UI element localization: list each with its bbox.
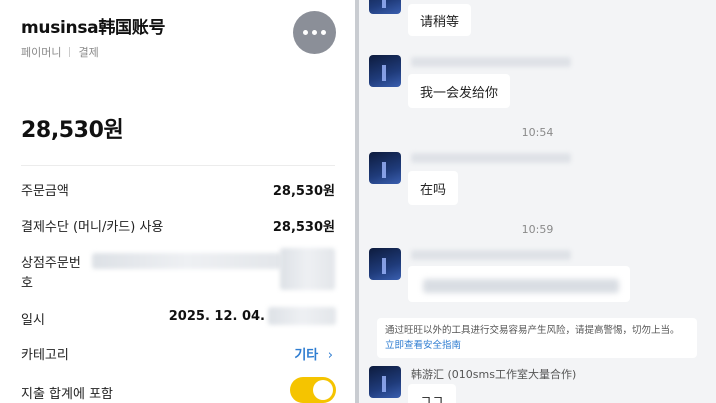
avatar[interactable] — [369, 248, 401, 280]
sender-name-redaction — [411, 250, 571, 260]
more-icon-dot — [303, 30, 308, 35]
more-icon-dot — [321, 30, 326, 35]
breadcrumb-payment: 결제 — [78, 46, 99, 59]
message-bubble: 我一会发给你 — [408, 74, 511, 108]
order-amount-value: 28,530원 — [272, 184, 335, 199]
sender-name: 韩游汇 (010sms工作室大量合作) — [411, 368, 577, 381]
warning-text: 通过旺旺以外的工具进行交易容易产生风险，请提高警惕，切勿上当。 — [385, 325, 680, 336]
order-number-label-line2: 호 — [21, 276, 33, 291]
avatar[interactable] — [369, 366, 401, 398]
divider — [21, 165, 335, 166]
timestamp: 10:54 — [521, 126, 554, 139]
include-in-total-toggle[interactable] — [290, 377, 336, 403]
chevron-right-icon: › — [327, 348, 333, 363]
payment-method-value: 28,530원 — [272, 220, 335, 235]
category-value: 기타 — [294, 348, 319, 363]
include-in-total-label: 지출 합계에 포함 — [21, 387, 113, 402]
datetime-label: 일시 — [21, 313, 45, 328]
datetime-redaction — [268, 307, 336, 325]
avatar[interactable] — [369, 55, 401, 87]
payment-method-label: 결제수단 (머니/카드) 사용 — [21, 220, 164, 235]
category-label: 카테고리 — [21, 348, 69, 363]
toggle-knob — [313, 380, 333, 400]
order-amount-label: 주문금액 — [21, 184, 69, 199]
sender-name-redaction — [411, 57, 571, 67]
timestamp: 10:59 — [521, 223, 554, 236]
chat-panel[interactable]: 请稍等 我一会发给你 10:54 在吗 10:59 通过旺旺以外的工具进行交易容… — [359, 0, 716, 403]
order-number-label-line1: 상점주문번 — [21, 256, 81, 271]
payment-detail-panel: musinsa韩国账号 페이머니 결제 28,530원 주문금액 28,530원 … — [0, 0, 355, 403]
order-number-redaction-block — [280, 248, 335, 290]
page-title: musinsa韩国账号 — [21, 18, 166, 38]
sender-name-redaction — [411, 153, 571, 163]
breadcrumb-paymoney: 페이머니 — [21, 46, 62, 59]
order-number-redaction — [92, 253, 282, 269]
avatar[interactable] — [369, 0, 401, 14]
safety-guide-link[interactable]: 立即查看安全指南 — [385, 340, 461, 351]
message-redaction — [423, 279, 619, 293]
message-bubble: 在吗 — [408, 171, 459, 205]
avatar[interactable] — [369, 152, 401, 184]
breadcrumb-separator — [69, 47, 71, 57]
more-options-button[interactable] — [293, 11, 336, 54]
message-bubble: 请稍等 — [408, 4, 472, 36]
message-bubble: ㄱㄱ — [408, 384, 456, 403]
safety-warning: 通过旺旺以外的工具进行交易容易产生风险，请提高警惕，切勿上当。 立即查看安全指南 — [377, 318, 697, 358]
total-amount: 28,530원 — [21, 118, 124, 143]
datetime-value: 2025. 12. 04. — [168, 309, 265, 324]
breadcrumb: 페이머니 결제 — [21, 44, 99, 60]
more-icon-dot — [312, 30, 317, 35]
category-link[interactable]: 기타 › — [294, 344, 333, 363]
